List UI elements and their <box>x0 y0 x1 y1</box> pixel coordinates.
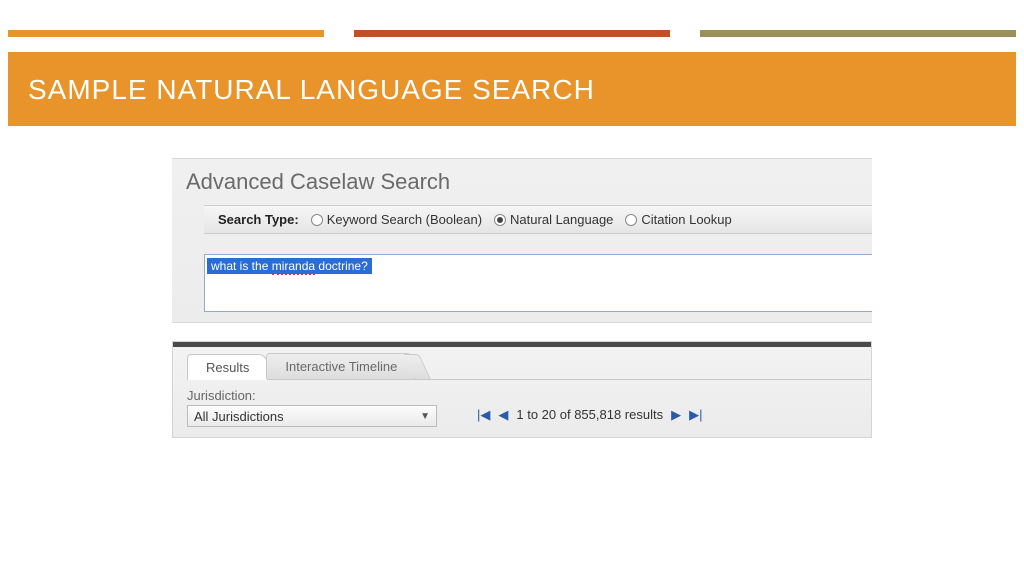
accent-bar-red <box>354 30 670 37</box>
radio-natural-language[interactable]: Natural Language <box>494 212 613 227</box>
radio-icon <box>494 214 506 226</box>
radio-natural-label: Natural Language <box>510 212 613 227</box>
jurisdiction-label: Jurisdiction: <box>187 388 437 403</box>
tabs-row: Results Interactive Timeline <box>187 353 871 380</box>
last-page-icon[interactable]: ▶| <box>689 407 702 423</box>
query-text: what is the miranda doctrine? <box>207 258 372 274</box>
search-type-label: Search Type: <box>218 212 299 227</box>
radio-citation[interactable]: Citation Lookup <box>625 212 731 227</box>
jurisdiction-value: All Jurisdictions <box>194 409 284 424</box>
title-bar: SAMPLE NATURAL LANGUAGE SEARCH <box>8 52 1016 126</box>
radio-keyword[interactable]: Keyword Search (Boolean) <box>311 212 482 227</box>
jurisdiction-select[interactable]: All Jurisdictions ▼ <box>187 405 437 427</box>
first-page-icon[interactable]: |◀ <box>477 407 490 423</box>
pager-text: 1 to 20 of 855,818 results <box>516 407 663 422</box>
results-topbar <box>173 342 871 347</box>
accent-bars <box>0 0 1024 37</box>
search-panel-heading: Advanced Caselaw Search <box>172 159 872 201</box>
prev-page-icon[interactable]: ◀ <box>498 407 508 423</box>
search-type-row: Search Type: Keyword Search (Boolean) Na… <box>204 205 872 234</box>
pager: |◀ ◀ 1 to 20 of 855,818 results ▶ ▶| <box>477 407 702 423</box>
search-panel: Advanced Caselaw Search Search Type: Key… <box>172 158 872 323</box>
accent-bar-olive <box>700 30 1016 37</box>
radio-icon <box>625 214 637 226</box>
radio-keyword-label: Keyword Search (Boolean) <box>327 212 482 227</box>
results-panel: Results Interactive Timeline Jurisdictio… <box>172 341 872 438</box>
radio-icon <box>311 214 323 226</box>
slide-title: SAMPLE NATURAL LANGUAGE SEARCH <box>28 74 996 106</box>
tab-timeline[interactable]: Interactive Timeline <box>266 353 416 379</box>
radio-citation-label: Citation Lookup <box>641 212 731 227</box>
chevron-down-icon: ▼ <box>420 411 430 422</box>
tab-results[interactable]: Results <box>187 354 268 380</box>
query-input[interactable]: what is the miranda doctrine? <box>204 254 872 312</box>
next-page-icon[interactable]: ▶ <box>671 407 681 423</box>
accent-bar-orange <box>8 30 324 37</box>
